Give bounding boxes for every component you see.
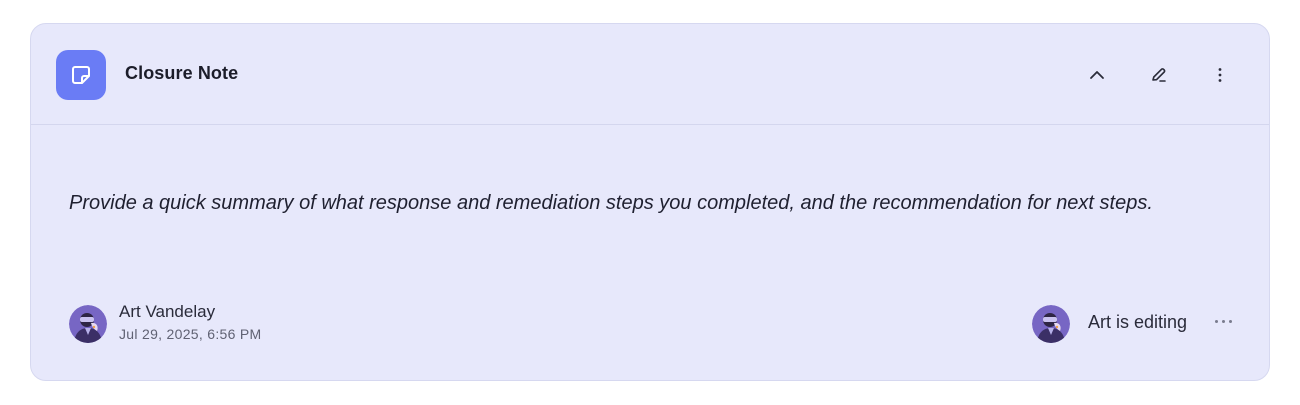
- closure-note-card: Closure Note Provide a quick summary of …: [30, 23, 1270, 381]
- chevron-up-icon: [1090, 71, 1104, 79]
- editing-status: Art is editing: [1088, 312, 1188, 332]
- more-options-button[interactable]: [1204, 59, 1236, 91]
- collapse-button[interactable]: [1081, 59, 1113, 91]
- typing-dots-icon: [1215, 320, 1232, 323]
- author-avatar: [69, 305, 107, 343]
- card-header: Closure Note: [31, 24, 1269, 125]
- more-vertical-icon: [1218, 68, 1222, 82]
- author-name: Art Vandelay: [119, 302, 216, 321]
- author-timestamp: Jul 29, 2025, 6:56 PM: [119, 326, 262, 342]
- sticky-note-icon: [56, 50, 106, 100]
- editor-avatar: [1032, 305, 1070, 343]
- pencil-icon: [1152, 68, 1166, 82]
- note-body-text[interactable]: Provide a quick summary of what response…: [69, 188, 1209, 219]
- card-title: Closure Note: [125, 63, 239, 83]
- edit-button[interactable]: [1143, 59, 1175, 91]
